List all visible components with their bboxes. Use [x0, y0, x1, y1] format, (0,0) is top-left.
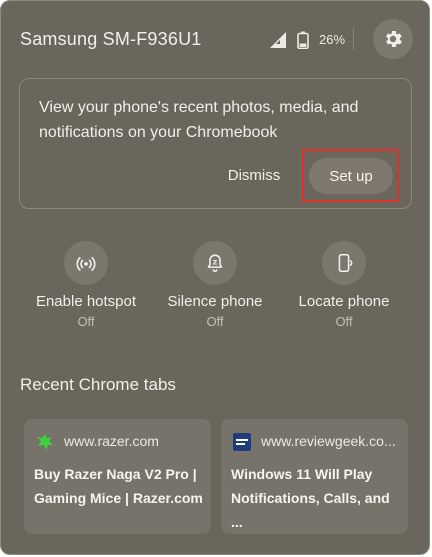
tab-domain: www.reviewgeek.co...	[261, 433, 396, 449]
feature-locate-phone[interactable]: Locate phone Off	[279, 239, 409, 329]
promo-text: View your phone's recent photos, media, …	[39, 99, 359, 141]
setup-button[interactable]: Set up	[309, 158, 393, 194]
dismiss-button[interactable]: Dismiss	[216, 163, 292, 189]
razer-favicon	[37, 434, 53, 450]
locate-phone-icon	[338, 253, 353, 273]
hotspot-button[interactable]	[64, 241, 108, 285]
tab-title: Windows 11 Will Play Notifications, Call…	[231, 466, 390, 530]
svg-text:Z: Z	[213, 258, 218, 266]
feature-state: Off	[335, 314, 353, 329]
hotspot-icon	[76, 256, 96, 271]
feature-enable-hotspot[interactable]: Enable hotspot Off	[21, 239, 151, 329]
gear-icon	[386, 31, 402, 47]
feature-label: Locate phone	[298, 293, 390, 310]
phone-hub-panel: Samsung SM-F936U1 26% View your phone's …	[0, 0, 430, 555]
signal-icon	[270, 32, 286, 48]
tab-domain: www.razer.com	[64, 433, 159, 449]
feature-state: Off	[77, 314, 95, 329]
tab-title: Buy Razer Naga V2 Pro | Gaming Mice | Ra…	[34, 466, 203, 506]
silence-button[interactable]: Z	[193, 241, 237, 285]
header-divider	[353, 28, 354, 50]
device-name: Samsung SM-F936U1	[20, 29, 202, 49]
recent-tab-card[interactable]: www.razer.com Buy Razer Naga V2 Pro | Ga…	[24, 419, 211, 534]
recent-tabs-title: Recent Chrome tabs	[20, 375, 176, 394]
feature-label: Silence phone	[167, 293, 263, 310]
recent-tab-card[interactable]: www.reviewgeek.co... Windows 11 Will Pla…	[221, 419, 408, 534]
settings-button[interactable]	[373, 19, 413, 59]
battery-percentage: 26%	[319, 32, 346, 47]
reviewgeek-favicon	[233, 433, 251, 451]
silence-bell-icon: Z	[207, 254, 223, 273]
feature-silence-phone[interactable]: Z Silence phone Off	[150, 239, 280, 329]
setup-promo-card: View your phone's recent photos, media, …	[19, 78, 412, 209]
feature-state: Off	[206, 314, 224, 329]
locate-button[interactable]	[322, 241, 366, 285]
battery-icon	[297, 31, 309, 49]
feature-label: Enable hotspot	[35, 293, 137, 310]
